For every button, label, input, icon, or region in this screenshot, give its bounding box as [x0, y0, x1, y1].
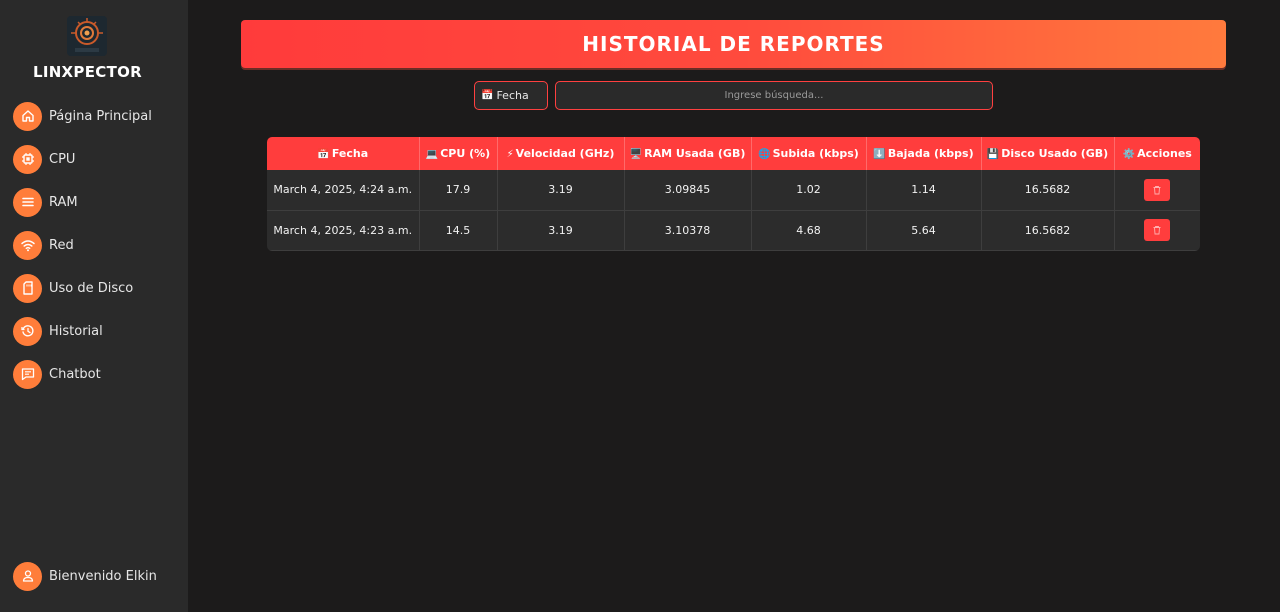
- sidebar-item-uso-de-disco[interactable]: Uso de Disco: [13, 273, 183, 303]
- sidebar-item-label: Red: [49, 237, 74, 253]
- sidebar-item-label: Chatbot: [49, 366, 101, 382]
- column-header-subida[interactable]: 🌐 Subida (kbps): [751, 137, 867, 170]
- table-row: March 4, 2025, 4:23 a.m. 14.5 3.19 3.103…: [267, 210, 1200, 251]
- sidebar-item-chatbot[interactable]: Chatbot: [13, 359, 183, 389]
- sidebar-item-label: Uso de Disco: [49, 280, 134, 296]
- cell-acciones: [1114, 170, 1200, 211]
- user-icon: [13, 561, 42, 591]
- column-header-bajada[interactable]: ⬇️ Bajada (kbps): [866, 137, 982, 170]
- cell-disco: 16.5682: [981, 170, 1115, 211]
- lightning-icon: ⚡: [506, 149, 514, 160]
- table-row: March 4, 2025, 4:24 a.m. 17.9 3.19 3.098…: [267, 170, 1200, 211]
- sidebar-item-ram[interactable]: RAM: [13, 187, 183, 217]
- column-header-label: Bajada (kbps): [887, 147, 974, 160]
- trash-icon: [1153, 185, 1161, 195]
- sidebar-item-label: CPU: [49, 151, 76, 167]
- sidebar-item-label: RAM: [49, 194, 78, 210]
- calendar-icon: 📅: [317, 149, 330, 160]
- column-header-velocidad[interactable]: ⚡ Velocidad (GHz): [497, 137, 625, 170]
- globe-icon: 🌐: [758, 149, 771, 160]
- search-input[interactable]: [555, 81, 993, 110]
- delete-button[interactable]: [1144, 219, 1171, 241]
- user-greeting: Bienvenido Elkin: [49, 568, 157, 584]
- cell-bajada: 5.64: [866, 210, 982, 251]
- table-header-row: 📅 Fecha 💻 CPU (%) ⚡ Velocidad (GHz) 🖥️ RAM U…: [267, 137, 1200, 170]
- date-filter-button[interactable]: 📅 Fecha: [474, 81, 548, 110]
- reports-table: 📅 Fecha 💻 CPU (%) ⚡ Velocidad (GHz) 🖥️ RAM U…: [267, 137, 1200, 251]
- calendar-icon: 📅: [481, 90, 494, 101]
- sidebar-item-label: Página Principal: [49, 108, 152, 124]
- column-header-cpu[interactable]: 💻 CPU (%): [419, 137, 498, 170]
- cell-cpu: 14.5: [419, 210, 498, 251]
- gear-icon: ⚙️: [1122, 149, 1136, 160]
- download-arrow-icon: ⬇️: [873, 149, 886, 160]
- column-header-label: Fecha: [331, 147, 369, 160]
- cell-cpu: 17.9: [419, 170, 498, 211]
- page-title: HISTORIAL DE REPORTES: [582, 32, 885, 56]
- column-header-fecha[interactable]: 📅 Fecha: [267, 137, 420, 170]
- sidebar-item-pagina-principal[interactable]: Página Principal: [13, 101, 183, 131]
- sd-card-icon: [13, 273, 42, 303]
- user-profile[interactable]: Bienvenido Elkin: [13, 561, 183, 591]
- chat-icon: [13, 359, 42, 389]
- cpu-icon: [13, 144, 42, 174]
- laptop-icon: 💻: [425, 149, 439, 160]
- wifi-icon: [13, 230, 42, 260]
- column-header-ram[interactable]: 🖥️ RAM Usada (GB): [624, 137, 752, 170]
- cell-fecha: March 4, 2025, 4:23 a.m.: [267, 210, 420, 251]
- cell-ram: 3.10378: [624, 210, 752, 251]
- cell-bajada: 1.14: [866, 170, 982, 211]
- page-header: HISTORIAL DE REPORTES: [241, 20, 1226, 68]
- history-icon: [13, 316, 42, 346]
- delete-button[interactable]: [1144, 178, 1171, 201]
- cell-disco: 16.5682: [981, 210, 1115, 251]
- sidebar-item-label: Historial: [49, 323, 103, 339]
- cell-subida: 4.68: [751, 210, 867, 251]
- list-icon: [13, 187, 42, 217]
- column-header-label: RAM Usada (GB): [644, 147, 746, 160]
- date-filter-label: Fecha: [496, 89, 529, 102]
- sidebar: LINXPECTOR Página Principal CPU RAM Red …: [0, 0, 188, 612]
- cell-subida: 1.02: [751, 170, 867, 211]
- floppy-disk-icon: 💾: [986, 149, 1000, 160]
- trash-icon: [1153, 226, 1161, 235]
- column-header-label: Acciones: [1137, 147, 1192, 160]
- app-brand: LINXPECTOR: [32, 63, 143, 81]
- cell-acciones: [1114, 210, 1200, 251]
- monitor-icon: 🖥️: [629, 149, 643, 160]
- column-header-label: Velocidad (GHz): [515, 147, 615, 160]
- column-header-label: Disco Usado (GB): [1001, 147, 1109, 160]
- sidebar-item-red[interactable]: Red: [13, 230, 183, 260]
- cell-ram: 3.09845: [624, 170, 752, 211]
- cell-velocidad: 3.19: [497, 210, 625, 251]
- sidebar-item-cpu[interactable]: CPU: [13, 144, 183, 174]
- column-header-label: CPU (%): [440, 147, 491, 160]
- cell-fecha: March 4, 2025, 4:24 a.m.: [267, 170, 420, 211]
- sidebar-item-historial[interactable]: Historial: [13, 316, 183, 346]
- column-header-disco[interactable]: 💾 Disco Usado (GB): [981, 137, 1115, 170]
- app-logo: [67, 16, 107, 56]
- cell-velocidad: 3.19: [497, 170, 625, 211]
- column-header-label: Subida (kbps): [772, 147, 859, 160]
- column-header-acciones: ⚙️ Acciones: [1114, 137, 1200, 170]
- home-icon: [13, 101, 42, 131]
